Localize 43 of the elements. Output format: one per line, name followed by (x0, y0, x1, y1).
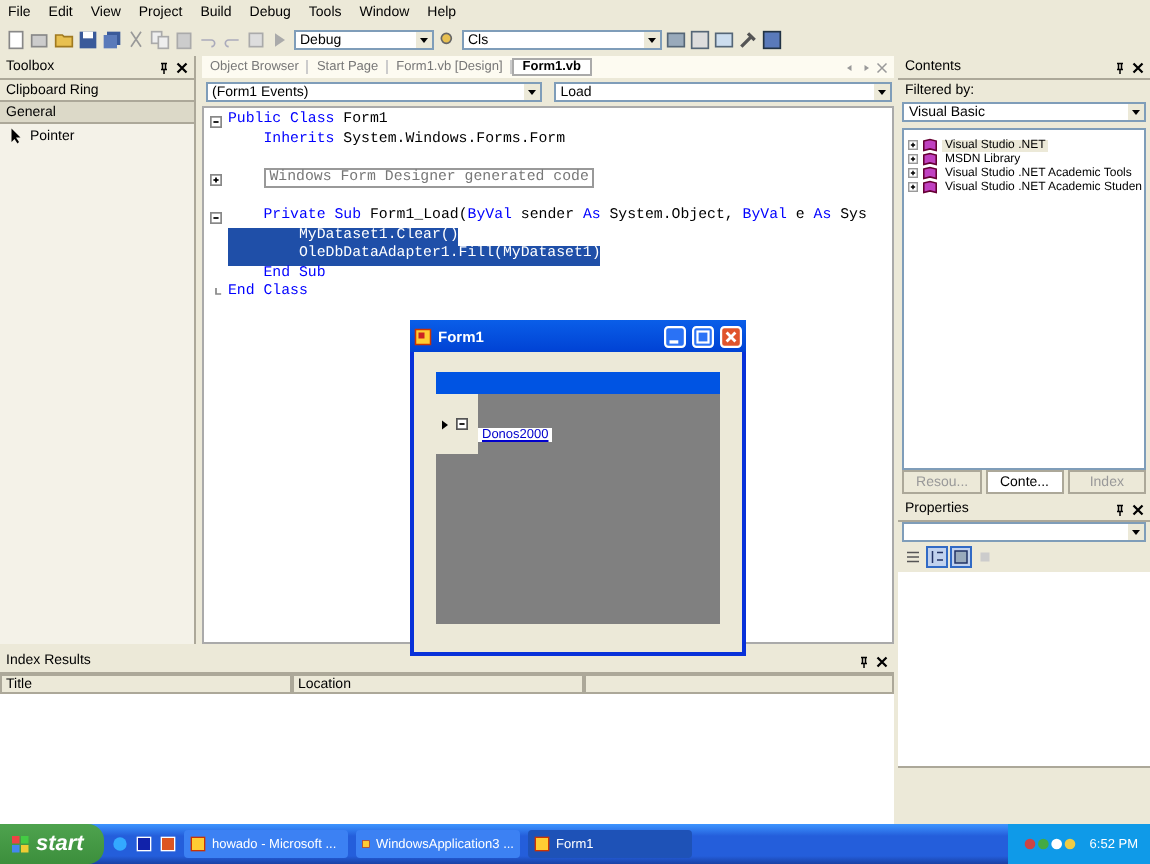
folder-icon[interactable] (54, 30, 74, 50)
app-icon (362, 836, 370, 852)
start-icon[interactable] (270, 30, 290, 50)
dropdown-arrow-icon[interactable] (873, 84, 889, 100)
start-button[interactable]: start (0, 824, 104, 864)
pin-icon[interactable] (158, 61, 170, 73)
close-icon[interactable] (1132, 503, 1144, 515)
pointer-icon (10, 128, 22, 144)
windows-logo-icon (12, 835, 30, 853)
collapse-icon[interactable] (456, 418, 468, 430)
dropdown-arrow-icon[interactable] (416, 32, 432, 48)
dropdown-arrow-icon[interactable] (1128, 104, 1144, 120)
expand-icon[interactable] (908, 154, 919, 164)
pin-icon[interactable] (1114, 61, 1126, 73)
expand-icon[interactable] (908, 182, 919, 192)
dropdown-arrow-icon[interactable] (644, 32, 660, 48)
scroll-left-icon[interactable] (844, 61, 857, 73)
expand-icon[interactable] (908, 168, 919, 178)
collapse-icon[interactable] (210, 115, 222, 128)
scroll-right-icon[interactable] (860, 61, 873, 73)
close-icon[interactable] (176, 61, 188, 73)
save-icon[interactable] (78, 30, 98, 50)
expand-icon[interactable] (210, 173, 222, 186)
tools-icon[interactable] (738, 30, 758, 50)
pin-icon[interactable] (858, 655, 871, 667)
save-all-icon[interactable] (102, 30, 122, 50)
minimize-icon[interactable] (664, 325, 686, 347)
app-icon (534, 836, 550, 852)
categorized-icon[interactable] (904, 548, 923, 566)
dropdown-arrow-icon[interactable] (1128, 524, 1144, 540)
dropdown-arrow-icon[interactable] (524, 84, 541, 100)
pin-icon[interactable] (1114, 503, 1126, 515)
close-icon[interactable] (1132, 61, 1144, 73)
form-icon (414, 327, 432, 345)
alphabetical-icon[interactable] (928, 548, 947, 566)
tray-icons[interactable] (1019, 836, 1080, 852)
collapse-icon[interactable] (210, 211, 222, 224)
maximize-icon[interactable] (692, 325, 714, 347)
expand-icon[interactable] (908, 140, 919, 150)
close-icon[interactable] (876, 655, 889, 667)
property-pages-icon[interactable] (952, 548, 971, 566)
row-indicator-icon (442, 419, 448, 429)
app-icon (190, 836, 206, 852)
